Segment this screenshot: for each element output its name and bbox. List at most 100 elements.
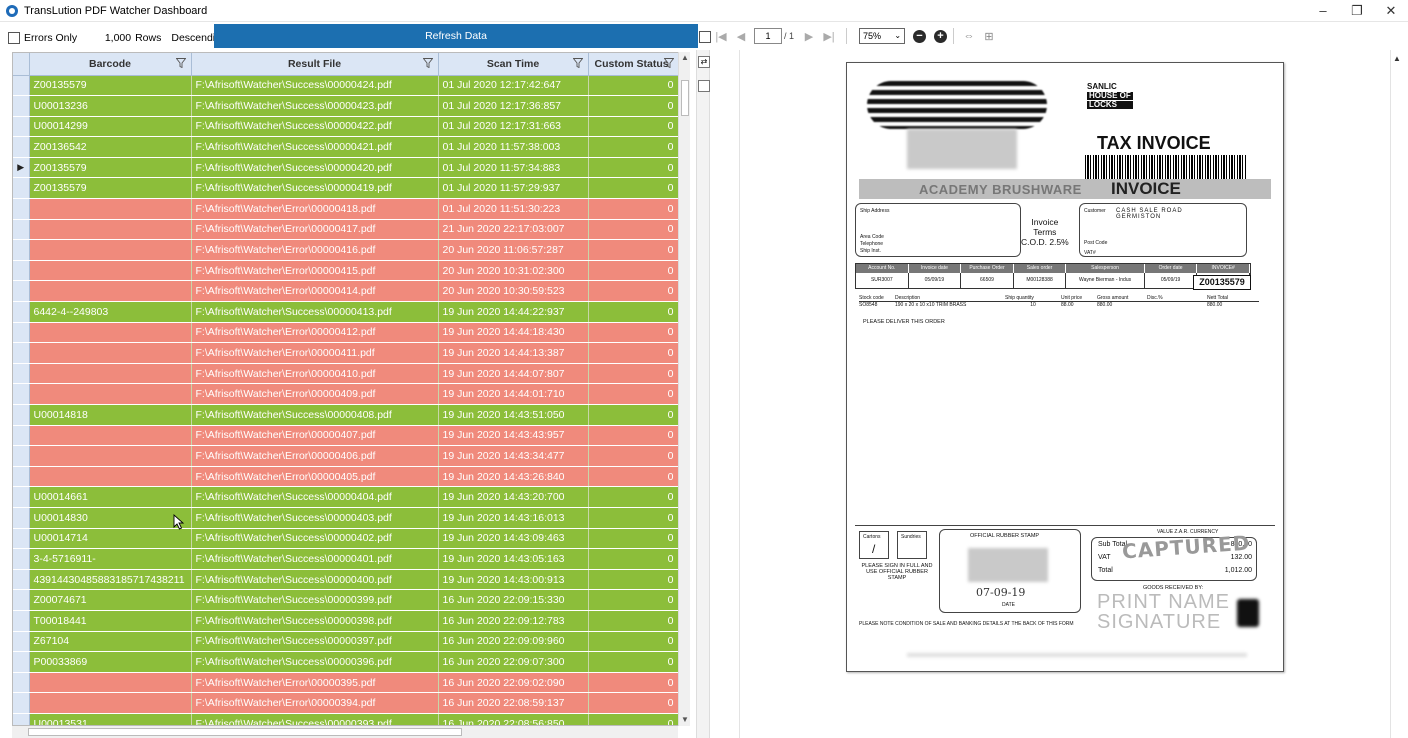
table-row[interactable]: 3-4-5716911- F:\Afrisoft\Watcher\Success\…	[13, 548, 680, 570]
barcode-cell[interactable]	[29, 466, 192, 488]
custom-status-cell[interactable]: 0	[588, 507, 680, 529]
page-number-input[interactable]: 1	[754, 28, 782, 44]
column-header-scan-time[interactable]: Scan Time	[438, 53, 589, 76]
custom-status-cell[interactable]: 0	[588, 425, 680, 447]
row-selector[interactable]	[13, 404, 30, 426]
row-selector[interactable]	[13, 363, 30, 385]
custom-status-cell[interactable]: 0	[588, 301, 680, 323]
row-selector[interactable]	[13, 301, 30, 323]
scrollbar-thumb[interactable]	[28, 728, 462, 736]
barcode-cell[interactable]: Z00074671	[29, 589, 192, 611]
row-selector[interactable]	[13, 692, 30, 714]
results-grid[interactable]: Barcode Result File Scan Time Custom Sta…	[12, 52, 690, 726]
result-file-cell[interactable]: F:\Afrisoft\Watcher\Error\00000410.pdf	[191, 363, 439, 385]
filter-icon[interactable]	[175, 58, 186, 68]
scan-time-cell[interactable]: 16 Jun 2020 22:08:59:137	[438, 692, 589, 714]
scan-time-cell[interactable]: 16 Jun 2020 22:08:56:850	[438, 713, 589, 725]
barcode-cell[interactable]: U00014661	[29, 486, 192, 508]
barcode-cell[interactable]	[29, 383, 192, 405]
barcode-cell[interactable]	[29, 692, 192, 714]
result-file-cell[interactable]: F:\Afrisoft\Watcher\Error\00000407.pdf	[191, 425, 439, 447]
barcode-cell[interactable]: Z00136542	[29, 136, 192, 158]
barcode-cell[interactable]: U00013236	[29, 95, 192, 117]
table-row[interactable]: 6442-4--249803 F:\Afrisoft\Watcher\Succes…	[13, 301, 680, 323]
barcode-cell[interactable]	[29, 280, 192, 303]
custom-status-cell[interactable]: 0	[588, 260, 680, 282]
custom-status-cell[interactable]: 0	[588, 363, 680, 385]
barcode-cell[interactable]	[29, 363, 192, 385]
custom-status-cell[interactable]: 0	[588, 116, 680, 138]
result-file-cell[interactable]: F:\Afrisoft\Watcher\Success\00000397.pdf	[191, 631, 439, 653]
filter-icon[interactable]	[422, 58, 433, 68]
custom-status-cell[interactable]: 0	[588, 672, 680, 694]
scroll-down-icon[interactable]: ▼	[679, 714, 691, 726]
rows-input[interactable]: 1,000	[87, 32, 131, 44]
table-row[interactable]: U00014714 F:\Afrisoft\Watcher\Success\000…	[13, 528, 680, 550]
scan-time-cell[interactable]: 01 Jul 2020 12:17:42:647	[438, 75, 589, 97]
barcode-cell[interactable]: U00014714	[29, 528, 192, 550]
custom-status-cell[interactable]: 0	[588, 75, 680, 97]
barcode-cell[interactable]: U00014818	[29, 404, 192, 426]
barcode-cell[interactable]: 3-4-5716911-	[29, 548, 192, 570]
scan-time-cell[interactable]: 01 Jul 2020 11:51:30:223	[438, 198, 589, 220]
result-file-cell[interactable]: F:\Afrisoft\Watcher\Error\00000414.pdf	[191, 280, 439, 303]
result-file-cell[interactable]: F:\Afrisoft\Watcher\Success\00000401.pdf	[191, 548, 439, 570]
column-header-result-file[interactable]: Result File	[191, 53, 439, 76]
scan-time-cell[interactable]: 19 Jun 2020 14:44:13:387	[438, 342, 589, 364]
scan-time-cell[interactable]: 16 Jun 2020 22:09:02:090	[438, 672, 589, 694]
scan-time-cell[interactable]: 19 Jun 2020 14:44:22:937	[438, 301, 589, 323]
custom-status-cell[interactable]: 0	[588, 219, 680, 241]
table-row[interactable]: F:\Afrisoft\Watcher\Error\00000409.pdf 19…	[13, 383, 680, 405]
result-file-cell[interactable]: F:\Afrisoft\Watcher\Error\00000395.pdf	[191, 672, 439, 694]
table-row[interactable]: U00013531 F:\Afrisoft\Watcher\Success\000…	[13, 713, 680, 725]
custom-status-cell[interactable]: 0	[588, 631, 680, 653]
custom-status-cell[interactable]: 0	[588, 198, 680, 220]
scan-time-cell[interactable]: 20 Jun 2020 10:31:02:300	[438, 260, 589, 282]
barcode-cell[interactable]	[29, 239, 192, 261]
row-selector[interactable]	[13, 425, 30, 447]
row-selector[interactable]	[13, 672, 30, 694]
custom-status-cell[interactable]: 0	[588, 280, 680, 303]
barcode-cell[interactable]: U00013531	[29, 713, 192, 725]
scan-time-cell[interactable]: 19 Jun 2020 14:43:43:957	[438, 425, 589, 447]
row-selector[interactable]	[13, 631, 30, 653]
barcode-cell[interactable]	[29, 342, 192, 364]
row-selector[interactable]	[13, 116, 30, 138]
table-row[interactable]: F:\Afrisoft\Watcher\Error\00000394.pdf 16…	[13, 692, 680, 714]
barcode-cell[interactable]	[29, 260, 192, 282]
result-file-cell[interactable]: F:\Afrisoft\Watcher\Success\00000413.pdf	[191, 301, 439, 323]
custom-status-cell[interactable]: 0	[588, 589, 680, 611]
result-file-cell[interactable]: F:\Afrisoft\Watcher\Success\00000402.pdf	[191, 528, 439, 550]
barcode-cell[interactable]: U00014299	[29, 116, 192, 138]
scan-time-cell[interactable]: 01 Jul 2020 11:57:34:883	[438, 157, 589, 179]
barcode-cell[interactable]: 4391443048588318571743821​1	[29, 569, 192, 591]
scrollbar-thumb[interactable]	[681, 80, 689, 116]
result-file-cell[interactable]: F:\Afrisoft\Watcher\Error\00000412.pdf	[191, 322, 439, 344]
result-file-cell[interactable]: F:\Afrisoft\Watcher\Error\00000417.pdf	[191, 219, 439, 241]
scan-time-cell[interactable]: 20 Jun 2020 10:30:59:523	[438, 280, 589, 303]
scan-time-cell[interactable]: 01 Jul 2020 12:17:31:663	[438, 116, 589, 138]
result-file-cell[interactable]: F:\Afrisoft\Watcher\Error\00000415.pdf	[191, 260, 439, 282]
fit-page-icon[interactable]: ⊞	[980, 30, 998, 43]
result-file-cell[interactable]: F:\Afrisoft\Watcher\Success\00000396.pdf	[191, 651, 439, 673]
scan-time-cell[interactable]: 01 Jul 2020 12:17:36:857	[438, 95, 589, 117]
custom-status-cell[interactable]: 0	[588, 548, 680, 570]
result-file-cell[interactable]: F:\Afrisoft\Watcher\Error\00000411.pdf	[191, 342, 439, 364]
scan-time-cell[interactable]: 16 Jun 2020 22:09:15:330	[438, 589, 589, 611]
scan-time-cell[interactable]: 19 Jun 2020 14:43:51:050	[438, 404, 589, 426]
errors-only-checkbox[interactable]	[8, 32, 20, 44]
result-file-cell[interactable]: F:\Afrisoft\Watcher\Success\00000393.pdf	[191, 713, 439, 725]
custom-status-cell[interactable]: 0	[588, 651, 680, 673]
result-file-cell[interactable]: F:\Afrisoft\Watcher\Error\00000405.pdf	[191, 466, 439, 488]
table-row[interactable]: F:\Afrisoft\Watcher\Error\00000406.pdf 19…	[13, 445, 680, 467]
table-row[interactable]: U00014818 F:\Afrisoft\Watcher\Success\000…	[13, 404, 680, 426]
result-file-cell[interactable]: F:\Afrisoft\Watcher\Success\00000419.pdf	[191, 177, 439, 200]
table-row[interactable]: Z00136542 F:\Afrisoft\Watcher\Success\000…	[13, 136, 680, 158]
next-page-icon[interactable]: ▶	[800, 30, 818, 43]
row-selector[interactable]	[13, 280, 30, 303]
table-row[interactable]: U00013236 F:\Afrisoft\Watcher\Success\000…	[13, 95, 680, 117]
result-file-cell[interactable]: F:\Afrisoft\Watcher\Success\00000420.pdf	[191, 157, 439, 179]
first-page-icon[interactable]: |◀	[712, 30, 730, 43]
barcode-cell[interactable]	[29, 219, 192, 241]
scan-time-cell[interactable]: 19 Jun 2020 14:43:16:013	[438, 507, 589, 529]
